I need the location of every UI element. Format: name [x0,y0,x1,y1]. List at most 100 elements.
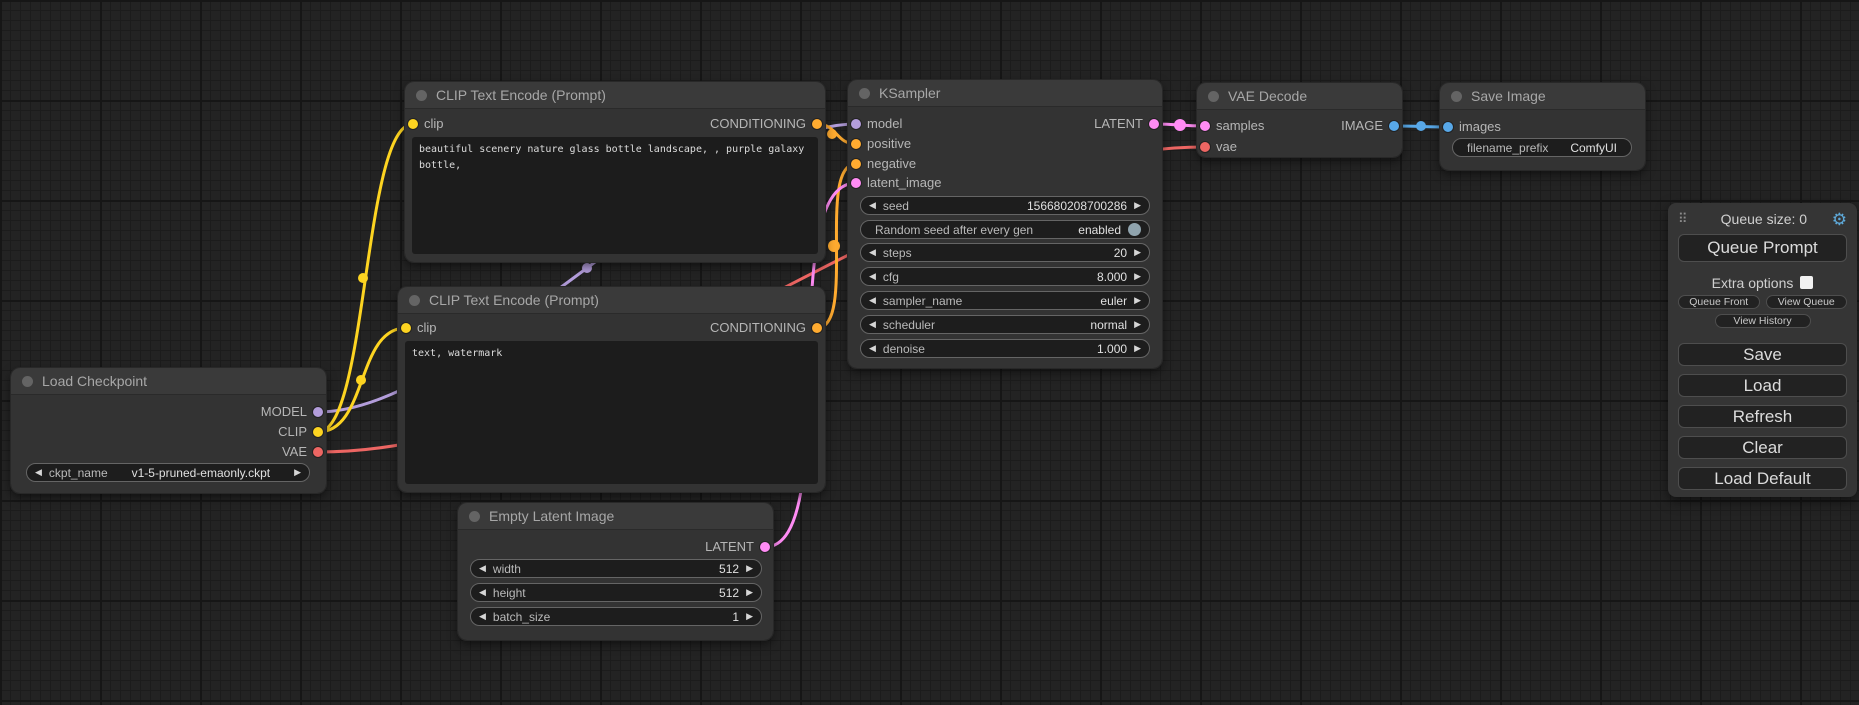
conditioning-output-dot[interactable] [812,323,822,333]
filename-prefix-widget[interactable]: filename_prefix ComfyUI [1452,138,1632,157]
arrow-right-icon[interactable]: ▶ [1134,343,1141,354]
cfg-widget[interactable]: ◀ cfg 8.000 ▶ [860,267,1150,286]
collapse-dot-icon[interactable] [1208,91,1219,102]
output-slot-image[interactable]: IMAGE [1197,118,1402,134]
node-title-bar[interactable]: Empty Latent Image [458,503,773,530]
arrow-left-icon[interactable]: ◀ [479,563,486,574]
arrow-right-icon[interactable]: ▶ [1134,271,1141,282]
input-slot-vae[interactable]: vae [1197,139,1402,155]
arrow-left-icon[interactable]: ◀ [869,343,876,354]
seed-widget[interactable]: ◀ seed 156680208700286 ▶ [860,196,1150,215]
model-output-dot[interactable] [313,407,323,417]
node-title-bar[interactable]: Load Checkpoint [11,368,326,395]
node-title-bar[interactable]: Save Image [1440,83,1645,110]
arrow-left-icon[interactable]: ◀ [869,295,876,306]
positive-input-dot[interactable] [851,139,861,149]
node-save-image[interactable]: Save Image images filename_prefix ComfyU… [1440,83,1645,170]
collapse-dot-icon[interactable] [1451,91,1462,102]
output-slot-vae[interactable]: VAE [11,444,326,460]
view-queue-button[interactable]: View Queue [1766,295,1848,309]
ckpt-name-widget[interactable]: ◀ ckpt_name v1-5-pruned-emaonly.ckpt ▶ [26,463,310,482]
node-title-bar[interactable]: CLIP Text Encode (Prompt) [405,82,825,109]
output-slot-clip[interactable]: CLIP [11,424,326,440]
vae-output-dot[interactable] [313,447,323,457]
latent-output-dot[interactable] [760,542,770,552]
latent-image-input-dot[interactable] [851,178,861,188]
widget-value: 1 [732,610,739,624]
save-button[interactable]: Save [1678,343,1847,366]
output-slot-conditioning[interactable]: CONDITIONING [405,116,825,132]
random-seed-toggle-widget[interactable]: Random seed after every gen enabled [860,220,1150,239]
toggle-dot-icon[interactable] [1128,223,1141,236]
node-clip-text-encode-positive[interactable]: CLIP Text Encode (Prompt) clip CONDITION… [405,82,825,262]
sampler-name-widget[interactable]: ◀ sampler_name euler ▶ [860,291,1150,310]
node-clip-text-encode-negative[interactable]: CLIP Text Encode (Prompt) clip CONDITION… [398,287,825,492]
arrow-right-icon[interactable]: ▶ [1134,200,1141,211]
node-title-bar[interactable]: KSampler [848,80,1162,107]
queue-panel[interactable]: ⠿ Queue size: 0 ⚙ Queue Prompt Extra opt… [1668,203,1857,497]
arrow-right-icon[interactable]: ▶ [1134,295,1141,306]
input-slot-latent-image[interactable]: latent_image [848,175,1162,191]
drag-handle-icon[interactable]: ⠿ [1678,211,1696,227]
graph-canvas[interactable]: Load Checkpoint MODEL CLIP VAE ◀ ckpt_na… [0,0,1859,705]
input-slot-positive[interactable]: positive [848,136,1162,152]
images-input-dot[interactable] [1443,122,1453,132]
image-output-dot[interactable] [1389,121,1399,131]
output-slot-latent[interactable]: LATENT [458,539,773,555]
arrow-left-icon[interactable]: ◀ [479,587,486,598]
denoise-widget[interactable]: ◀ denoise 1.000 ▶ [860,339,1150,358]
output-slot-conditioning[interactable]: CONDITIONING [398,320,825,336]
collapse-dot-icon[interactable] [409,295,420,306]
arrow-right-icon[interactable]: ▶ [746,563,753,574]
prompt-textarea[interactable]: beautiful scenery nature glass bottle la… [412,137,818,254]
scheduler-widget[interactable]: ◀ scheduler normal ▶ [860,315,1150,334]
arrow-left-icon[interactable]: ◀ [869,200,876,211]
vae-input-dot[interactable] [1200,142,1210,152]
output-slot-model[interactable]: MODEL [11,404,326,420]
node-vae-decode[interactable]: VAE Decode samples IMAGE vae [1197,83,1402,157]
arrow-left-icon[interactable]: ◀ [479,611,486,622]
width-widget[interactable]: ◀ width 512 ▶ [470,559,762,578]
queue-panel-header: ⠿ Queue size: 0 ⚙ [1678,210,1847,228]
node-title-bar[interactable]: CLIP Text Encode (Prompt) [398,287,825,314]
height-widget[interactable]: ◀ height 512 ▶ [470,583,762,602]
arrow-right-icon[interactable]: ▶ [1134,319,1141,330]
arrow-right-icon[interactable]: ▶ [294,467,301,478]
collapse-dot-icon[interactable] [22,376,33,387]
batch-size-widget[interactable]: ◀ batch_size 1 ▶ [470,607,762,626]
conditioning-output-dot[interactable] [812,119,822,129]
collapse-dot-icon[interactable] [469,511,480,522]
settings-gear-icon[interactable]: ⚙ [1832,211,1847,228]
clip-output-dot[interactable] [313,427,323,437]
collapse-dot-icon[interactable] [416,90,427,101]
arrow-right-icon[interactable]: ▶ [1134,247,1141,258]
negative-input-dot[interactable] [851,159,861,169]
arrow-left-icon[interactable]: ◀ [869,271,876,282]
view-history-button[interactable]: View History [1715,314,1811,328]
queue-front-button[interactable]: Queue Front [1678,295,1760,309]
slot-label: IMAGE [1341,118,1383,133]
latent-output-dot[interactable] [1149,119,1159,129]
arrow-right-icon[interactable]: ▶ [746,611,753,622]
node-ksampler[interactable]: KSampler model LATENT positive negative … [848,80,1162,368]
node-empty-latent-image[interactable]: Empty Latent Image LATENT ◀ width 512 ▶ … [458,503,773,640]
arrow-left-icon[interactable]: ◀ [35,467,42,478]
arrow-left-icon[interactable]: ◀ [869,247,876,258]
node-title-bar[interactable]: VAE Decode [1197,83,1402,110]
input-slot-images[interactable]: images [1440,119,1645,135]
steps-widget[interactable]: ◀ steps 20 ▶ [860,243,1150,262]
queue-prompt-button[interactable]: Queue Prompt [1678,234,1847,262]
output-slot-latent[interactable]: LATENT [848,116,1162,132]
arrow-right-icon[interactable]: ▶ [746,587,753,598]
refresh-button[interactable]: Refresh [1678,405,1847,428]
load-default-button[interactable]: Load Default [1678,467,1847,490]
load-button[interactable]: Load [1678,374,1847,397]
node-load-checkpoint[interactable]: Load Checkpoint MODEL CLIP VAE ◀ ckpt_na… [11,368,326,493]
prompt-textarea[interactable]: text, watermark [405,341,818,484]
widget-name: sampler_name [883,294,962,308]
arrow-left-icon[interactable]: ◀ [869,319,876,330]
extra-options-checkbox[interactable] [1800,276,1813,289]
clear-button[interactable]: Clear [1678,436,1847,459]
input-slot-negative[interactable]: negative [848,156,1162,172]
collapse-dot-icon[interactable] [859,88,870,99]
